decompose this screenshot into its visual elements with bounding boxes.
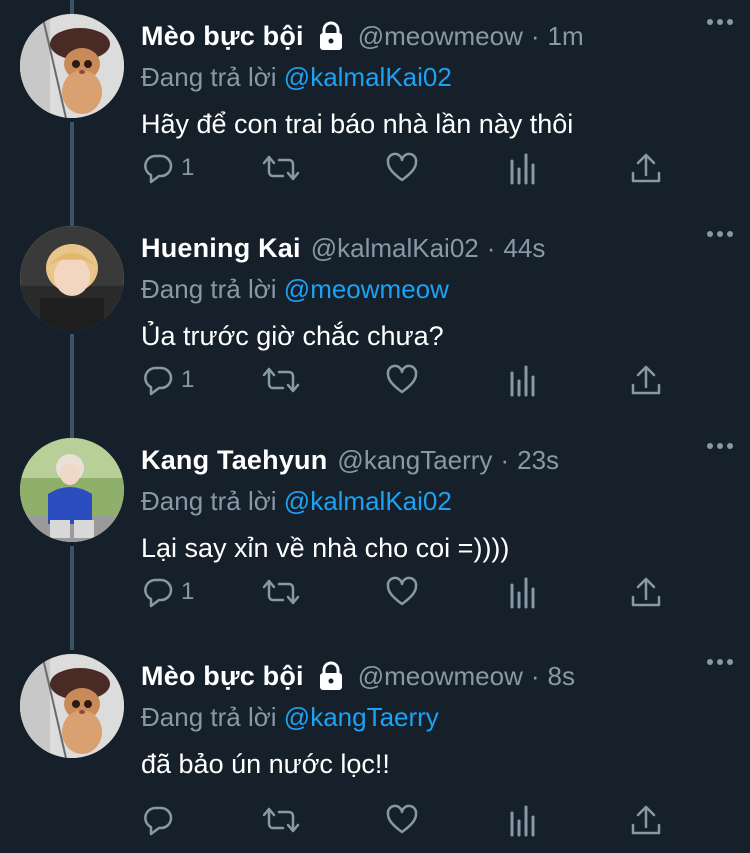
tweet-actions: 1 <box>141 150 681 186</box>
replying-to: Đang trả lời @kalmalKai02 <box>141 482 730 520</box>
more-icon[interactable] <box>700 10 740 34</box>
user-handle[interactable]: @meowmeow <box>358 661 523 692</box>
retweet-icon <box>262 579 300 605</box>
tweet-actions: 1 <box>141 362 681 398</box>
share-button[interactable] <box>629 362 663 398</box>
analytics-button[interactable] <box>507 802 537 838</box>
tweet-actions <box>141 802 681 838</box>
tweet[interactable]: Mèo bực bội @meowmeow · 1m Đang trả lời … <box>0 0 750 212</box>
tweet[interactable]: Huening Kai @kalmalKai02 · 44s Đang trả … <box>0 212 750 424</box>
reply-count: 1 <box>181 366 195 393</box>
replying-to-label: Đang trả lời <box>141 274 277 304</box>
replying-to: Đang trả lời @meowmeow <box>141 270 730 308</box>
display-name[interactable]: Kang Taehyun <box>141 445 327 476</box>
reply-to-handle[interactable]: @kangTaerry <box>284 702 439 732</box>
avatar[interactable] <box>20 226 124 330</box>
analytics-icon <box>510 577 535 609</box>
tweet-text: Lại say xỉn về nhà cho coi =)))) <box>141 533 510 563</box>
tweet-text: đã bảo ún nước lọc!! <box>141 749 390 779</box>
retweet-icon <box>262 367 300 393</box>
share-icon <box>631 805 661 835</box>
lock-icon <box>314 21 348 51</box>
retweet-button[interactable] <box>261 150 301 186</box>
replying-to: Đang trả lời @kalmalKai02 <box>141 58 730 96</box>
separator: · <box>486 232 496 263</box>
reply-icon <box>144 366 173 396</box>
retweet-icon <box>262 155 300 181</box>
replying-to-label: Đang trả lời <box>141 702 277 732</box>
heart-icon <box>386 576 418 606</box>
tweet-header: Mèo bực bội @meowmeow · 1m <box>141 14 730 58</box>
retweet-icon <box>262 807 300 833</box>
more-icon[interactable] <box>700 650 740 674</box>
share-icon <box>631 153 661 183</box>
timestamp[interactable]: 23s <box>517 445 559 476</box>
reply-to-handle[interactable]: @kalmalKai02 <box>284 62 452 92</box>
separator: · <box>500 444 510 475</box>
retweet-button[interactable] <box>261 574 301 610</box>
analytics-icon <box>510 365 535 397</box>
avatar[interactable] <box>20 654 124 758</box>
retweet-button[interactable] <box>261 362 301 398</box>
share-icon <box>631 577 661 607</box>
like-button[interactable] <box>385 362 419 398</box>
tweet[interactable]: Kang Taehyun @kangTaerry · 23s Đang trả … <box>0 424 750 636</box>
retweet-button[interactable] <box>261 802 301 838</box>
timestamp[interactable]: 44s <box>503 233 545 264</box>
analytics-button[interactable] <box>507 150 537 186</box>
avatar[interactable] <box>20 438 124 542</box>
replying-to-label: Đang trả lời <box>141 486 277 516</box>
tweet-actions: 1 <box>141 574 681 610</box>
reply-to-handle[interactable]: @meowmeow <box>284 274 449 304</box>
share-button[interactable] <box>629 574 663 610</box>
reply-count: 1 <box>181 154 195 181</box>
tweet-header: Huening Kai @kalmalKai02 · 44s <box>141 226 730 270</box>
more-icon[interactable] <box>700 434 740 458</box>
analytics-button[interactable] <box>507 362 537 398</box>
display-name[interactable]: Mèo bực bội <box>141 21 304 52</box>
replying-to: Đang trả lời @kangTaerry <box>141 698 730 736</box>
heart-icon <box>386 152 418 182</box>
heart-icon <box>386 364 418 394</box>
reply-button[interactable]: 1 <box>141 150 194 186</box>
reply-button[interactable] <box>141 802 181 838</box>
timestamp[interactable]: 8s <box>548 661 575 692</box>
reply-count: 1 <box>181 578 195 605</box>
display-name[interactable]: Mèo bực bội <box>141 661 304 692</box>
separator: · <box>530 20 540 51</box>
heart-icon <box>386 804 418 834</box>
share-button[interactable] <box>629 802 663 838</box>
tweet-header: Kang Taehyun @kangTaerry · 23s <box>141 438 730 482</box>
more-icon[interactable] <box>700 222 740 246</box>
tweet-text: Ủa trước giờ chắc chưa? <box>141 321 444 351</box>
display-name[interactable]: Huening Kai <box>141 233 301 264</box>
reply-icon <box>144 578 173 608</box>
user-handle[interactable]: @kangTaerry <box>337 445 492 476</box>
timestamp[interactable]: 1m <box>548 21 584 52</box>
tweet-header: Mèo bực bội @meowmeow · 8s <box>141 654 730 698</box>
share-button[interactable] <box>629 150 663 186</box>
share-icon <box>631 365 661 395</box>
reply-to-handle[interactable]: @kalmalKai02 <box>284 486 452 516</box>
like-button[interactable] <box>385 150 419 186</box>
analytics-button[interactable] <box>507 574 537 610</box>
like-button[interactable] <box>385 574 419 610</box>
tweet-text: Hãy để con trai báo nhà lần này thôi <box>141 109 574 139</box>
replying-to-label: Đang trả lời <box>141 62 277 92</box>
analytics-icon <box>510 805 535 837</box>
reply-icon <box>144 154 173 184</box>
analytics-icon <box>510 153 535 185</box>
tweet[interactable]: Mèo bực bội @meowmeow · 8s Đang trả lời … <box>0 640 750 852</box>
reply-icon <box>144 806 173 836</box>
user-handle[interactable]: @kalmalKai02 <box>311 233 479 264</box>
separator: · <box>530 660 540 691</box>
avatar[interactable] <box>20 14 124 118</box>
like-button[interactable] <box>385 802 419 838</box>
reply-button[interactable]: 1 <box>141 574 194 610</box>
lock-icon <box>314 661 348 691</box>
reply-button[interactable]: 1 <box>141 362 194 398</box>
user-handle[interactable]: @meowmeow <box>358 21 523 52</box>
